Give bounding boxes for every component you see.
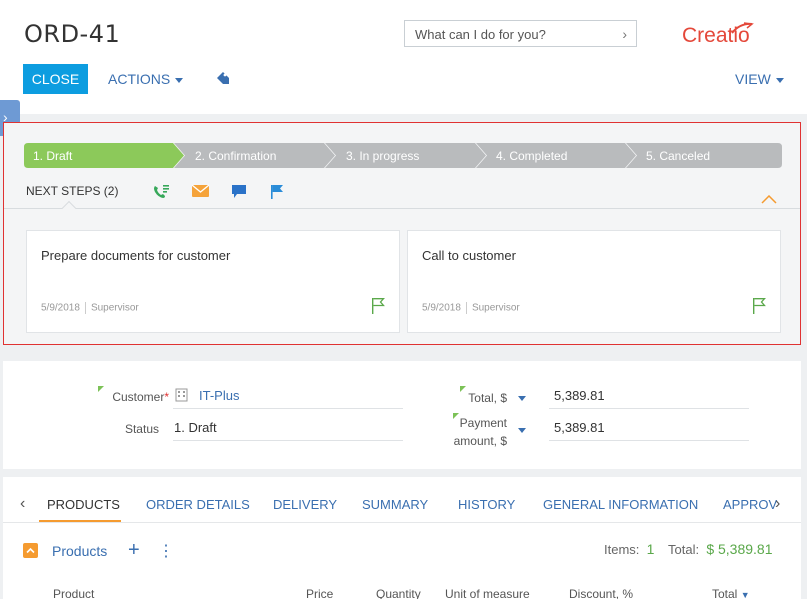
tab-summary[interactable]: SUMMARY (362, 497, 428, 512)
stage-bar: 1. Draft 2. Confirmation 3. In progress … (24, 143, 782, 168)
chat-icon[interactable] (231, 184, 247, 204)
total-value: 5,389.81 (554, 388, 605, 403)
task-card[interactable]: Call to customer 5/9/2018 Supervisor (407, 230, 781, 333)
complete-flag-icon[interactable] (371, 297, 385, 319)
flag-icon[interactable] (270, 184, 284, 204)
items-summary: Items: 1 (604, 541, 655, 557)
task-date: 5/9/2018 (422, 302, 461, 314)
column-header-unit[interactable]: Unit of measure (445, 587, 530, 599)
collapse-group-icon[interactable] (23, 543, 38, 558)
task-owner: Supervisor (471, 302, 520, 314)
stage-completed[interactable]: 4. Completed (496, 149, 567, 163)
status-label: Status (124, 422, 159, 436)
tab-history[interactable]: HISTORY (458, 497, 515, 512)
tab-general-information[interactable]: GENERAL INFORMATION (543, 497, 698, 512)
chevron-up-icon[interactable] (761, 191, 777, 209)
stage-in-progress[interactable]: 3. In progress (346, 149, 419, 163)
actions-button[interactable]: ACTIONS (108, 71, 184, 87)
field-underline (173, 408, 403, 409)
task-meta: 5/9/2018 Supervisor (422, 302, 520, 314)
actions-label: ACTIONS (108, 71, 171, 87)
command-line-input[interactable]: What can I do for you? › (404, 20, 637, 47)
task-owner: Supervisor (90, 302, 139, 314)
tab-delivery[interactable]: DELIVERY (273, 497, 337, 512)
task-card[interactable]: Prepare documents for customer 5/9/2018 S… (26, 230, 400, 333)
total-label: Total, $ (468, 391, 507, 405)
search-placeholder: What can I do for you? (415, 27, 546, 42)
customer-label: Customer* (112, 390, 169, 404)
tab-products[interactable]: PRODUCTS (47, 497, 120, 512)
email-icon[interactable] (191, 184, 210, 203)
payment-label-2: amount, $ (453, 434, 507, 448)
logo-swoosh-icon (731, 22, 754, 34)
dashboard-panel: 1. Draft 2. Confirmation 3. In progress … (3, 122, 801, 345)
field-underline (549, 408, 749, 409)
sort-down-icon: ▼ (740, 590, 750, 599)
status-field[interactable]: 1. Draft (174, 420, 217, 435)
stage-confirmation[interactable]: 2. Confirmation (195, 149, 276, 163)
caret-down-icon (775, 77, 784, 83)
chevron-right-icon[interactable]: › (775, 495, 780, 513)
field-underline (549, 440, 749, 441)
caret-down-icon[interactable] (518, 396, 526, 401)
task-meta: 5/9/2018 Supervisor (41, 302, 139, 314)
chevron-right-icon[interactable]: › (622, 26, 627, 42)
tag-icon[interactable] (215, 71, 230, 91)
task-title[interactable]: Prepare documents for customer (41, 248, 230, 263)
more-options-icon[interactable]: ⋮ (158, 541, 174, 561)
stage-draft[interactable]: 1. Draft (33, 149, 72, 163)
column-header-discount[interactable]: Discount, % (569, 587, 633, 599)
tabs-divider (3, 522, 801, 523)
column-header-total[interactable]: Total ▼ (712, 587, 750, 599)
phone-icon[interactable] (152, 184, 170, 205)
creatio-logo: Creatio (680, 21, 770, 51)
tab-order-details[interactable]: ORDER DETAILS (146, 497, 250, 512)
task-date: 5/9/2018 (41, 302, 80, 314)
customer-link[interactable]: IT-Plus (199, 388, 239, 403)
stage-canceled[interactable]: 5. Canceled (646, 149, 710, 163)
view-button[interactable]: VIEW (735, 71, 784, 87)
close-button[interactable]: CLOSE (23, 64, 88, 94)
record-header: ORD-41 What can I do for you? › Creatio … (0, 0, 807, 114)
page-title: ORD-41 (24, 20, 121, 48)
chevron-left-icon[interactable]: ‹ (20, 495, 25, 513)
complete-flag-icon[interactable] (752, 297, 766, 319)
caret-down-icon[interactable] (518, 428, 526, 433)
products-group-title[interactable]: Products (52, 543, 107, 559)
task-title[interactable]: Call to customer (422, 248, 516, 263)
payment-value: 5,389.81 (554, 420, 605, 435)
primary-fields-panel: Customer* IT-Plus Status 1. Draft Total,… (3, 361, 801, 469)
next-steps-divider (4, 208, 800, 209)
tabs-panel: ‹ PRODUCTS ORDER DETAILS DELIVERY SUMMAR… (3, 477, 801, 599)
column-header-quantity[interactable]: Quantity (376, 587, 421, 599)
field-underline (173, 440, 403, 441)
caret-down-icon (175, 77, 184, 83)
view-label: VIEW (735, 71, 771, 87)
add-icon[interactable]: + (128, 539, 140, 562)
column-header-product[interactable]: Product (53, 587, 94, 599)
account-icon (175, 388, 188, 407)
total-summary: Total: $ 5,389.81 (668, 541, 773, 557)
column-header-price[interactable]: Price (306, 587, 333, 599)
payment-label-1: Payment (459, 416, 507, 430)
next-steps-tab[interactable]: NEXT STEPS (2) (26, 184, 118, 198)
next-steps-notch (61, 200, 77, 216)
tab-approvals[interactable]: APPROV (723, 497, 777, 512)
